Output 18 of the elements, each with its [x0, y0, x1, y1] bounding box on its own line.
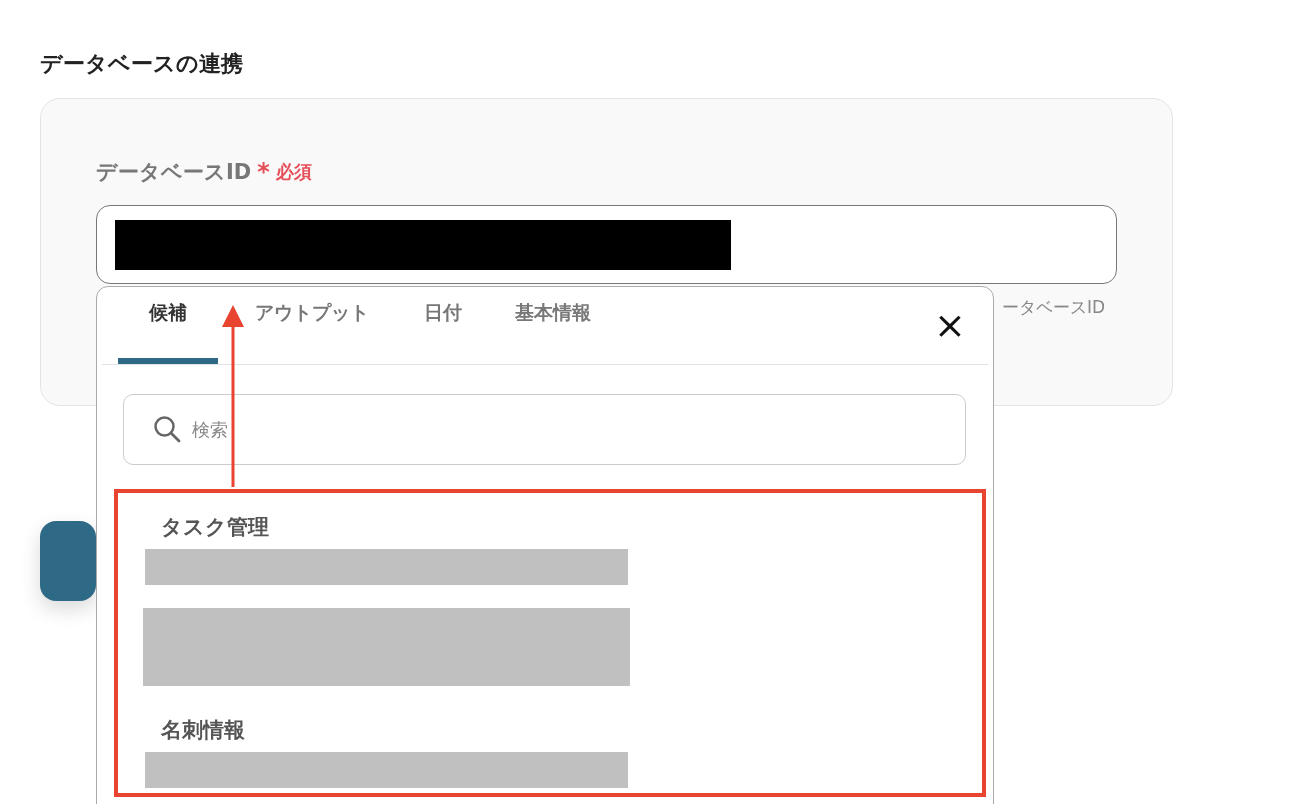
section-heading: データベースの連携 [40, 50, 244, 78]
redaction-bar[interactable] [143, 608, 630, 686]
group-title: 名刺情報 [161, 717, 246, 744]
tab[interactable]: 基本情報 [498, 287, 608, 364]
action-button[interactable] [40, 521, 96, 601]
tab[interactable]: 日付 [408, 287, 478, 364]
redaction-bar[interactable] [145, 752, 628, 788]
close-button[interactable]: × [934, 311, 962, 339]
required-label: 必須 [275, 160, 312, 184]
tab[interactable]: 候補 [118, 287, 218, 364]
group-title: タスク管理 [161, 514, 270, 541]
database-id-field[interactable] [96, 205, 1117, 284]
field-label: データベースID [96, 159, 252, 186]
required-mark: * [257, 158, 270, 186]
tab[interactable]: アウトプット [234, 287, 390, 364]
redaction-bar[interactable] [145, 549, 628, 585]
field-hint: ータベースID [1001, 297, 1105, 317]
search-field[interactable]: 検索 [123, 394, 966, 465]
